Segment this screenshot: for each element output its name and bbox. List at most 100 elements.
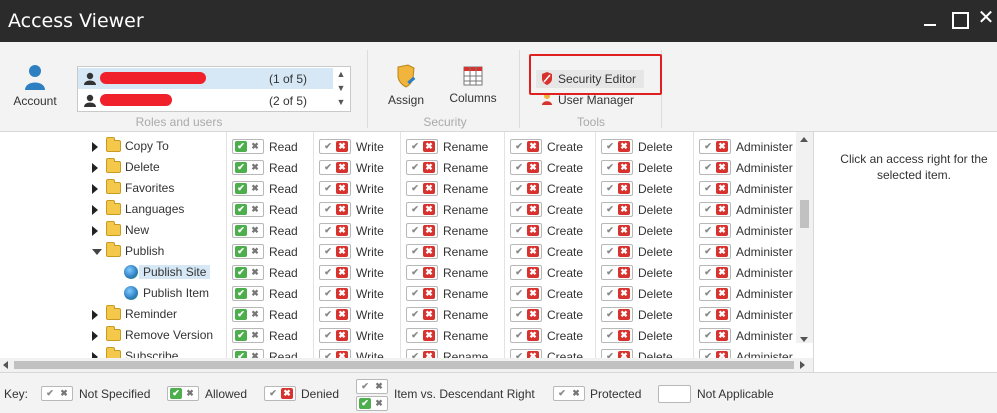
access-right-cell[interactable]: ✔ ✖ Write bbox=[319, 157, 409, 178]
account-button[interactable]: Account bbox=[8, 64, 62, 108]
access-right-cell[interactable]: ✔ ✖ Administer bbox=[699, 262, 793, 283]
tree-row[interactable]: Subscribe bbox=[0, 346, 222, 358]
denied-state-icon[interactable]: ✔ ✖ bbox=[699, 223, 731, 238]
access-right-cell[interactable]: ✔ ✖ Write bbox=[319, 325, 409, 346]
denied-state-icon[interactable]: ✔ ✖ bbox=[699, 181, 731, 196]
tree-row[interactable]: New bbox=[0, 220, 222, 241]
access-right-cell[interactable]: ✔ ✖ Read bbox=[232, 220, 322, 241]
user-list[interactable]: (1 of 5) (2 of 5) ▲ ▼ ▼ bbox=[77, 66, 351, 112]
denied-state-icon[interactable]: ✔ ✖ bbox=[601, 244, 633, 259]
scroll-right-icon[interactable] bbox=[800, 361, 805, 369]
user-row[interactable]: (2 of 5) bbox=[78, 90, 333, 111]
denied-state-icon[interactable]: ✔ ✖ bbox=[601, 223, 633, 238]
allowed-state-icon[interactable]: ✔ ✖ bbox=[232, 265, 264, 280]
access-right-cell[interactable]: ✔ ✖ Create bbox=[510, 199, 600, 220]
denied-state-icon[interactable]: ✔ ✖ bbox=[601, 181, 633, 196]
columns-button[interactable]: Columns bbox=[445, 64, 501, 105]
access-right-cell[interactable]: ✔ ✖ Rename bbox=[406, 199, 496, 220]
allowed-state-icon[interactable]: ✔ ✖ bbox=[232, 223, 264, 238]
access-right-cell[interactable]: ✔ ✖ Delete bbox=[601, 241, 691, 262]
access-right-cell[interactable]: ✔ ✖ Read bbox=[232, 304, 322, 325]
access-right-cell[interactable]: ✔ ✖ Create bbox=[510, 325, 600, 346]
expand-arrow-icon[interactable] bbox=[92, 163, 98, 173]
access-right-cell[interactable]: ✔ ✖ Create bbox=[510, 157, 600, 178]
access-right-cell[interactable]: ✔ ✖ Delete bbox=[601, 346, 691, 358]
denied-state-icon[interactable]: ✔ ✖ bbox=[510, 160, 542, 175]
denied-state-icon[interactable]: ✔ ✖ bbox=[699, 139, 731, 154]
access-right-cell[interactable]: ✔ ✖ Delete bbox=[601, 136, 691, 157]
access-right-cell[interactable]: ✔ ✖ Write bbox=[319, 283, 409, 304]
scroll-down-icon[interactable]: ▼ bbox=[334, 81, 348, 95]
denied-state-icon[interactable]: ✔ ✖ bbox=[319, 160, 351, 175]
access-right-cell[interactable]: ✔ ✖ Read bbox=[232, 199, 322, 220]
denied-state-icon[interactable]: ✔ ✖ bbox=[601, 160, 633, 175]
denied-state-icon[interactable]: ✔ ✖ bbox=[510, 265, 542, 280]
access-right-cell[interactable]: ✔ ✖ Delete bbox=[601, 220, 691, 241]
vertical-scrollbar[interactable] bbox=[796, 132, 813, 343]
allowed-state-icon[interactable]: ✔ ✖ bbox=[232, 349, 264, 358]
access-right-cell[interactable]: ✔ ✖ Write bbox=[319, 178, 409, 199]
tree-row[interactable]: Publish bbox=[0, 241, 222, 262]
scroll-down-icon[interactable] bbox=[800, 337, 808, 342]
tree-row[interactable]: Publish Site bbox=[0, 262, 222, 283]
access-right-cell[interactable]: ✔ ✖ Write bbox=[319, 220, 409, 241]
denied-state-icon[interactable]: ✔ ✖ bbox=[601, 286, 633, 301]
denied-state-icon[interactable]: ✔ ✖ bbox=[406, 202, 438, 217]
access-right-cell[interactable]: ✔ ✖ Rename bbox=[406, 157, 496, 178]
access-right-cell[interactable]: ✔ ✖ Administer bbox=[699, 283, 793, 304]
denied-state-icon[interactable]: ✔ ✖ bbox=[510, 307, 542, 322]
access-right-cell[interactable]: ✔ ✖ Administer bbox=[699, 178, 793, 199]
allowed-state-icon[interactable]: ✔ ✖ bbox=[232, 181, 264, 196]
access-right-cell[interactable]: ✔ ✖ Administer bbox=[699, 220, 793, 241]
denied-state-icon[interactable]: ✔ ✖ bbox=[406, 181, 438, 196]
denied-state-icon[interactable]: ✔ ✖ bbox=[406, 328, 438, 343]
denied-state-icon[interactable]: ✔ ✖ bbox=[510, 139, 542, 154]
access-right-cell[interactable]: ✔ ✖ Rename bbox=[406, 220, 496, 241]
access-right-cell[interactable]: ✔ ✖ Write bbox=[319, 241, 409, 262]
tree-row[interactable]: Remove Version bbox=[0, 325, 222, 346]
scroll-thumb[interactable] bbox=[800, 200, 809, 228]
access-right-cell[interactable]: ✔ ✖ Delete bbox=[601, 304, 691, 325]
tree-row[interactable]: Languages bbox=[0, 199, 222, 220]
access-right-cell[interactable]: ✔ ✖ Create bbox=[510, 178, 600, 199]
tree-row[interactable]: Copy To bbox=[0, 136, 222, 157]
denied-state-icon[interactable]: ✔ ✖ bbox=[699, 244, 731, 259]
user-row[interactable]: (1 of 5) bbox=[78, 68, 333, 89]
denied-state-icon[interactable]: ✔ ✖ bbox=[406, 286, 438, 301]
denied-state-icon[interactable]: ✔ ✖ bbox=[319, 328, 351, 343]
denied-state-icon[interactable]: ✔ ✖ bbox=[406, 307, 438, 322]
close-icon[interactable]: ✕ bbox=[975, 8, 997, 30]
access-right-cell[interactable]: ✔ ✖ Create bbox=[510, 283, 600, 304]
access-right-cell[interactable]: ✔ ✖ Write bbox=[319, 136, 409, 157]
tree-row[interactable]: Reminder bbox=[0, 304, 222, 325]
access-right-cell[interactable]: ✔ ✖ Rename bbox=[406, 283, 496, 304]
scroll-up-icon[interactable] bbox=[800, 137, 808, 142]
denied-state-icon[interactable]: ✔ ✖ bbox=[601, 265, 633, 280]
access-right-cell[interactable]: ✔ ✖ Delete bbox=[601, 262, 691, 283]
access-right-cell[interactable]: ✔ ✖ Read bbox=[232, 241, 322, 262]
horizontal-scrollbar[interactable] bbox=[0, 358, 813, 372]
access-right-cell[interactable]: ✔ ✖ Rename bbox=[406, 262, 496, 283]
denied-state-icon[interactable]: ✔ ✖ bbox=[319, 265, 351, 280]
access-right-cell[interactable]: ✔ ✖ Administer bbox=[699, 157, 793, 178]
expand-arrow-icon[interactable] bbox=[92, 142, 98, 152]
denied-state-icon[interactable]: ✔ ✖ bbox=[319, 307, 351, 322]
assign-button[interactable]: Assign bbox=[383, 64, 429, 107]
access-right-cell[interactable]: ✔ ✖ Delete bbox=[601, 283, 691, 304]
access-right-cell[interactable]: ✔ ✖ Create bbox=[510, 136, 600, 157]
denied-state-icon[interactable]: ✔ ✖ bbox=[510, 328, 542, 343]
access-right-cell[interactable]: ✔ ✖ Read bbox=[232, 283, 322, 304]
access-right-cell[interactable]: ✔ ✖ Delete bbox=[601, 325, 691, 346]
access-right-cell[interactable]: ✔ ✖ Administer bbox=[699, 199, 793, 220]
allowed-state-icon[interactable]: ✔ ✖ bbox=[232, 244, 264, 259]
denied-state-icon[interactable]: ✔ ✖ bbox=[510, 286, 542, 301]
access-right-cell[interactable]: ✔ ✖ Read bbox=[232, 136, 322, 157]
denied-state-icon[interactable]: ✔ ✖ bbox=[510, 202, 542, 217]
access-right-cell[interactable]: ✔ ✖ Read bbox=[232, 325, 322, 346]
expand-arrow-icon[interactable] bbox=[92, 184, 98, 194]
scroll-up-icon[interactable]: ▲ bbox=[334, 67, 348, 81]
access-right-cell[interactable]: ✔ ✖ Administer bbox=[699, 241, 793, 262]
denied-state-icon[interactable]: ✔ ✖ bbox=[319, 349, 351, 358]
denied-state-icon[interactable]: ✔ ✖ bbox=[406, 244, 438, 259]
denied-state-icon[interactable]: ✔ ✖ bbox=[699, 160, 731, 175]
